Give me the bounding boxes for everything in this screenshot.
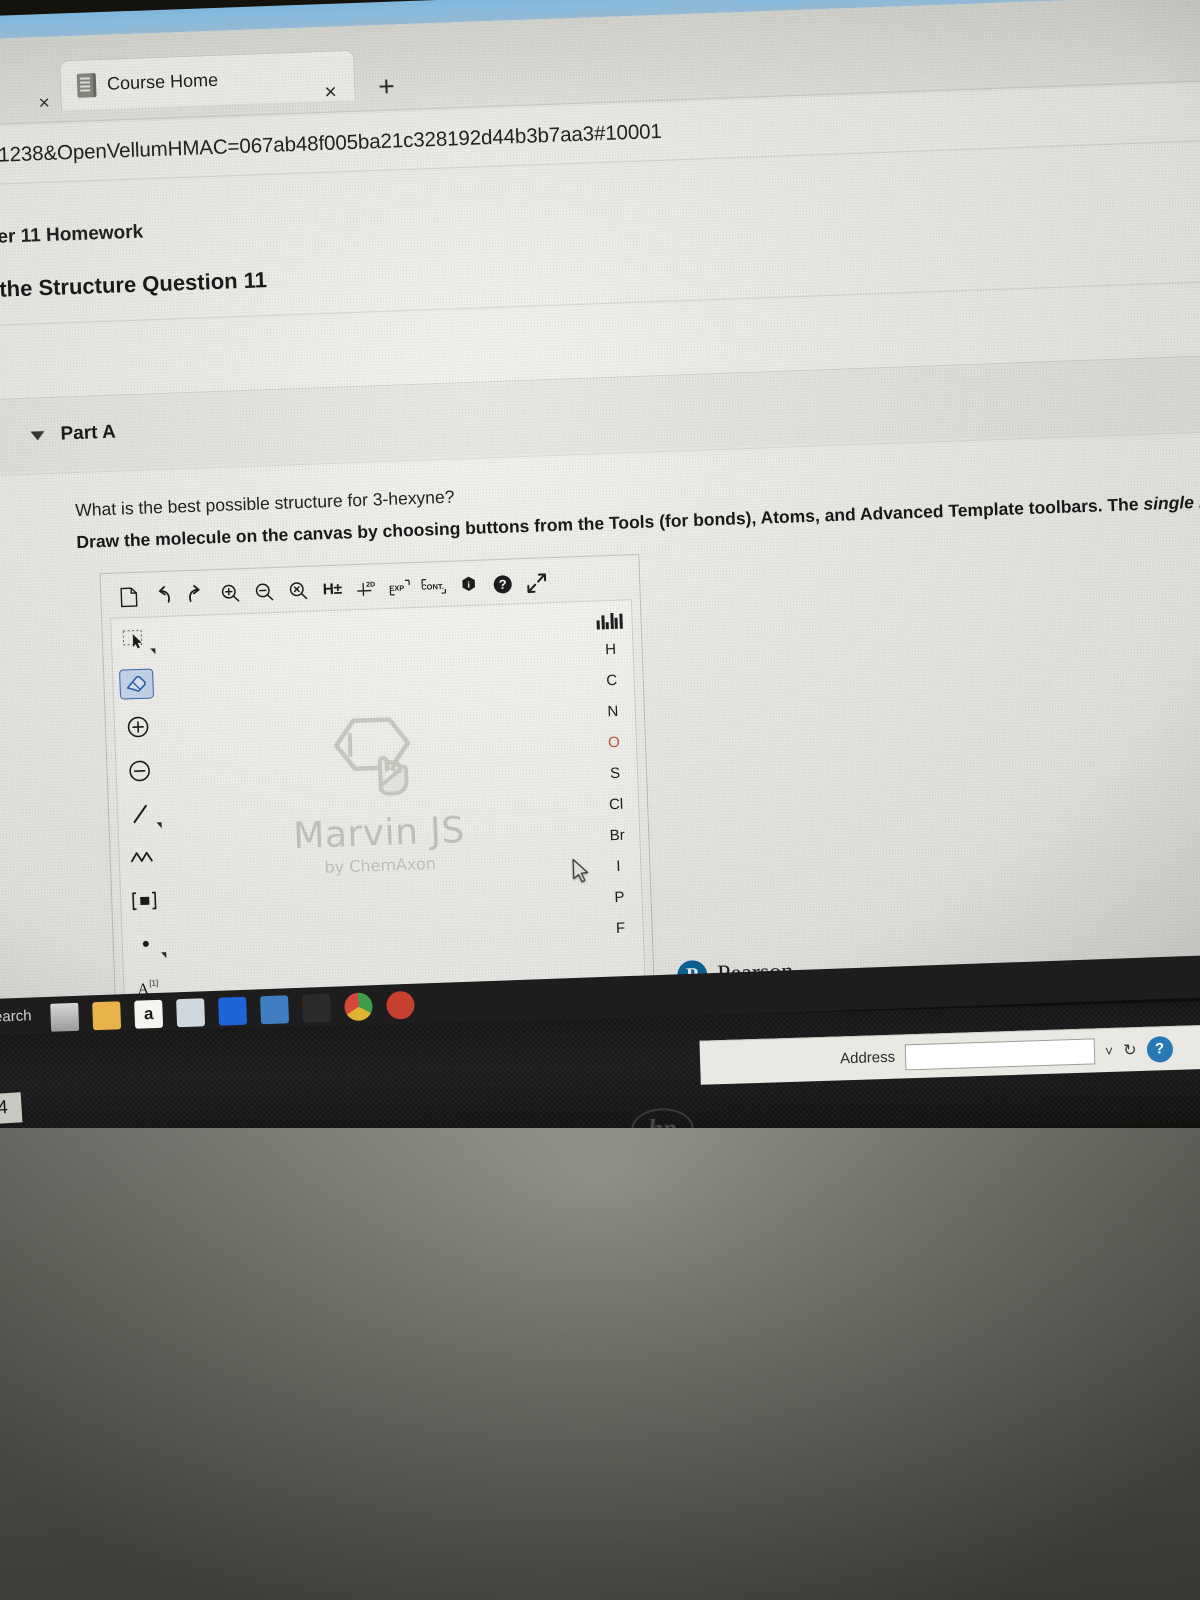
refresh-icon[interactable]: ↻ [1123,1040,1137,1060]
decrease-charge-tool[interactable] [122,755,157,786]
chevron-down-icon[interactable] [156,821,162,829]
clear-canvas-button[interactable] [113,582,144,613]
amazon-icon[interactable]: a [134,999,164,1029]
store-icon[interactable] [176,998,206,1028]
single-bond-tool[interactable] [124,799,162,830]
atom-i[interactable]: I [601,854,636,877]
atom-p[interactable]: P [602,885,637,908]
selection-tool[interactable] [117,625,156,656]
svg-text:EXP: EXP [389,583,404,593]
hexagon-hand-icon [289,709,464,806]
svg-text:[1]: [1] [149,979,158,988]
eraser-tool[interactable] [119,668,155,700]
taskbar-search-input[interactable]: earch [0,1007,32,1025]
increase-charge-tool[interactable] [121,712,156,743]
atom-br[interactable]: Br [600,823,635,846]
marvin-js-editor[interactable]: H± 2D EXP CONT. i ? A [1] Marvin JS by C… [99,553,655,1014]
zoom-reset-button[interactable] [283,576,314,607]
molecule-canvas[interactable]: A [1] Marvin JS by ChemAxon H C N O S Cl… [110,599,646,1004]
monitor-screen: × Course Home × + eId=17811238&OpenVellu… [0,0,1200,1042]
address-input[interactable] [904,1037,1096,1070]
watermark-title: Marvin JS [292,810,466,858]
fullscreen-button[interactable] [521,567,552,598]
zoom-out-button[interactable] [249,577,280,608]
tab-label: Course Home [106,69,219,94]
instruction-italic: single bond is active by default. [1143,484,1200,514]
atom-cl[interactable]: Cl [599,792,634,815]
desk-surface: SUPER Cash / Check Schedule Call Tom app… [0,1128,1200,1600]
photo-scene: × Course Home × + eId=17811238&OpenVellu… [0,0,1200,1600]
clean-2d-button[interactable]: 2D [351,573,382,604]
zoom-in-button[interactable] [215,578,246,609]
browser-icon[interactable] [385,990,415,1020]
page-title: the Structure Question 11 [0,267,268,302]
atom-c[interactable]: C [594,668,629,691]
page-content: er 11 Homework the Structure Question 11… [0,140,1200,1042]
about-button[interactable]: i [453,570,484,601]
dropbox-icon[interactable] [218,996,248,1026]
h-plus-minus-icon: H± [322,580,343,599]
expand-group-button[interactable]: EXP [385,572,416,603]
mail-icon[interactable] [260,995,290,1025]
periodic-table-button[interactable] [592,608,627,630]
part-a-header[interactable]: Part A [0,354,1200,477]
contract-group-button[interactable]: CONT. [419,571,450,602]
address-label: Address [839,1048,896,1068]
help-button[interactable]: ? [487,568,518,599]
question-prompt: What is the best possible structure for … [74,486,455,521]
marvin-js-watermark: Marvin JS by ChemAxon [289,709,466,878]
new-tab-button[interactable]: + [378,70,395,102]
chain-tool[interactable] [125,842,160,873]
bracket-tool[interactable] [127,885,162,916]
add-remove-hydrogens-button[interactable]: H± [317,574,348,605]
atom-n[interactable]: N [595,699,630,722]
tools-toolbar: A [1] [111,617,171,1002]
watermark-subtitle: by ChemAxon [324,854,437,878]
atom-f[interactable]: F [603,916,638,939]
svg-text:?: ? [498,576,507,591]
question-circle-icon[interactable]: ? [1146,1035,1173,1063]
document-icon [76,72,97,98]
file-explorer-icon[interactable] [92,1001,122,1031]
breadcrumb[interactable]: er 11 Homework [0,222,144,249]
url-text: eId=17811238&OpenVellumHMAC=067ab48f005b… [0,119,663,170]
chevron-down-icon[interactable]: ˅ [1105,1042,1114,1058]
svg-text:CONT.: CONT. [421,582,444,592]
atoms-toolbar: H C N O S Cl Br I P F [587,600,645,985]
nike-icon[interactable] [302,993,332,1023]
part-a-label: Part A [60,421,117,445]
window-close-icon[interactable]: × [38,93,50,115]
atom-h[interactable]: H [593,637,628,660]
chevron-down-icon[interactable] [150,648,156,655]
task-view-icon[interactable] [50,1002,80,1032]
caret-down-icon[interactable] [30,430,45,441]
undo-button[interactable] [147,581,178,612]
chrome-icon[interactable] [344,992,373,1022]
radical-tool[interactable] [128,929,167,960]
redo-button[interactable] [181,579,212,610]
atom-s[interactable]: S [598,761,633,784]
svg-text:2D: 2D [366,581,375,588]
tab-close-icon[interactable]: × [324,81,337,105]
atom-o[interactable]: O [597,730,632,753]
browser-tab-course-home[interactable]: Course Home [59,49,356,111]
asset-tag-label: 327 6354 [0,1092,23,1130]
chevron-down-icon[interactable] [161,951,167,958]
